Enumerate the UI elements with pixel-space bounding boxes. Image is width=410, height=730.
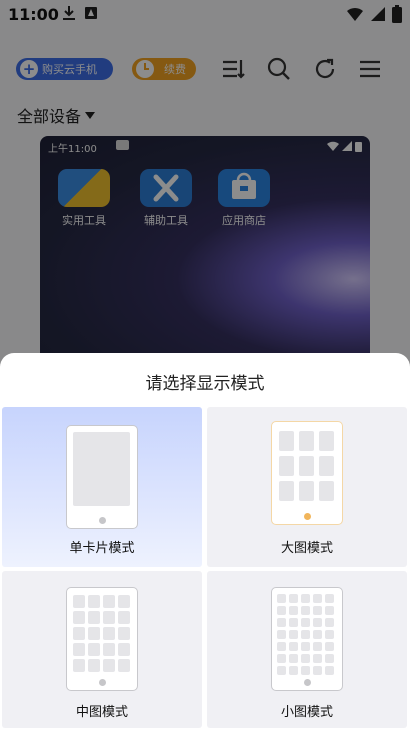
preview-tile (313, 630, 322, 639)
preview-tile (277, 654, 286, 663)
preview-tile (118, 643, 130, 656)
small-grid-preview-icon (271, 587, 343, 691)
mode-option-small-grid[interactable]: 小图模式 (207, 571, 407, 728)
preview-tile (325, 642, 334, 651)
preview-tile (325, 606, 334, 615)
single-card-preview-icon (66, 425, 138, 529)
preview-tile (325, 630, 334, 639)
preview-tile (277, 642, 286, 651)
preview-tile (325, 618, 334, 627)
preview-tile (88, 643, 100, 656)
preview-tile (289, 666, 298, 675)
preview-tile (325, 594, 334, 603)
mode-option-large-grid[interactable]: 大图模式 (207, 407, 407, 567)
preview-tile (73, 643, 85, 656)
preview-tile (325, 654, 334, 663)
preview-tile (103, 595, 115, 608)
preview-tile (88, 659, 100, 672)
preview-tile (103, 627, 115, 640)
preview-tile (313, 642, 322, 651)
preview-tile (289, 618, 298, 627)
mode-label: 中图模式 (75, 705, 128, 720)
preview-tile (289, 642, 298, 651)
preview-tile (313, 654, 322, 663)
preview-tile (289, 630, 298, 639)
preview-tile (325, 666, 334, 675)
preview-tile (289, 606, 298, 615)
mode-option-medium-grid[interactable]: 中图模式 (2, 571, 202, 728)
preview-tile (301, 594, 310, 603)
medium-grid-preview-icon (66, 587, 138, 691)
preview-tile (118, 627, 130, 640)
preview-tile (277, 618, 286, 627)
preview-tile (313, 618, 322, 627)
preview-tile (301, 666, 310, 675)
mode-label: 单卡片模式 (69, 541, 135, 556)
large-grid-preview-icon (271, 421, 343, 525)
mode-option-single-card[interactable]: 单卡片模式 (2, 407, 202, 567)
preview-tile (289, 594, 298, 603)
preview-tile (103, 611, 115, 624)
preview-tile (118, 595, 130, 608)
preview-tile (88, 627, 100, 640)
preview-tile (73, 611, 85, 624)
preview-tile (277, 630, 286, 639)
preview-tile (277, 666, 286, 675)
preview-tile (103, 659, 115, 672)
preview-tile (301, 654, 310, 663)
preview-tile (88, 611, 100, 624)
preview-tile (88, 595, 100, 608)
preview-tile (118, 659, 130, 672)
preview-tile (289, 654, 298, 663)
preview-tile (118, 611, 130, 624)
preview-tile (301, 630, 310, 639)
preview-tile (313, 666, 322, 675)
preview-tile (313, 594, 322, 603)
preview-tile (301, 606, 310, 615)
preview-tile (313, 606, 322, 615)
preview-tile (73, 595, 85, 608)
preview-tile (73, 627, 85, 640)
preview-tile (277, 606, 286, 615)
preview-tile (277, 594, 286, 603)
display-mode-sheet: 请选择显示模式 单卡片模式 大图模式 中图模式 小图模式 (0, 353, 410, 730)
preview-tile (73, 659, 85, 672)
preview-tile (301, 618, 310, 627)
sheet-title: 请选择显示模式 (145, 374, 265, 394)
preview-tile (103, 643, 115, 656)
preview-tile (301, 642, 310, 651)
mode-label: 小图模式 (280, 705, 333, 720)
mode-label: 大图模式 (280, 541, 333, 556)
